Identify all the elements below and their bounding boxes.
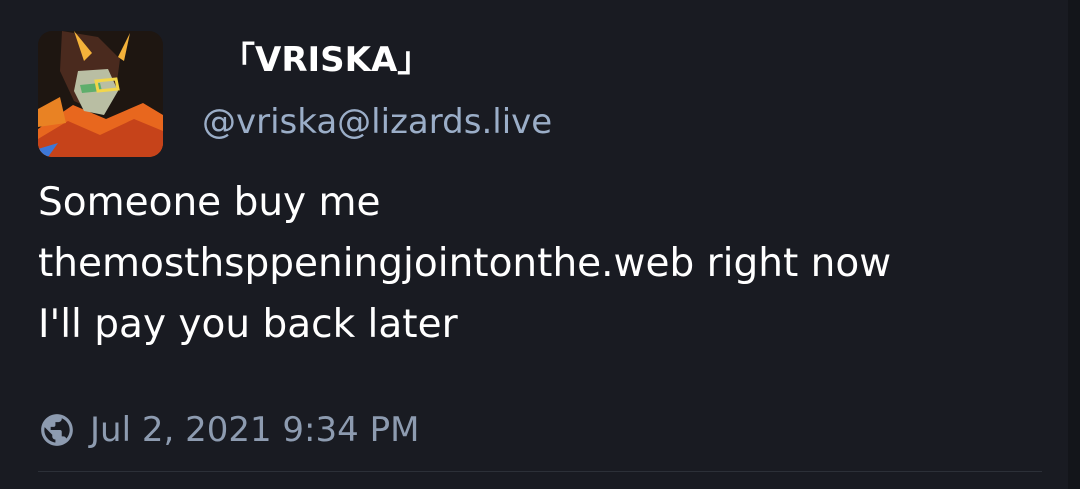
status-meta: Jul 2, 2021 9:34 PM (38, 408, 419, 452)
avatar[interactable] (38, 31, 163, 157)
status-content: Someone buy me themosthsppeningjointonth… (38, 172, 1028, 355)
status-card: 「VRISKA」 @vriska@lizards.live Someone bu… (0, 0, 1080, 489)
account-handle[interactable]: @vriska@lizards.live (202, 100, 552, 144)
status-text: Someone buy me themosthsppeningjointonth… (38, 180, 892, 347)
globe-icon (38, 411, 76, 449)
divider (38, 471, 1042, 472)
avatar-image (38, 31, 163, 157)
display-name[interactable]: 「VRISKA」 (221, 38, 431, 82)
scrollbar[interactable] (1068, 0, 1080, 489)
timestamp[interactable]: Jul 2, 2021 9:34 PM (90, 410, 419, 450)
